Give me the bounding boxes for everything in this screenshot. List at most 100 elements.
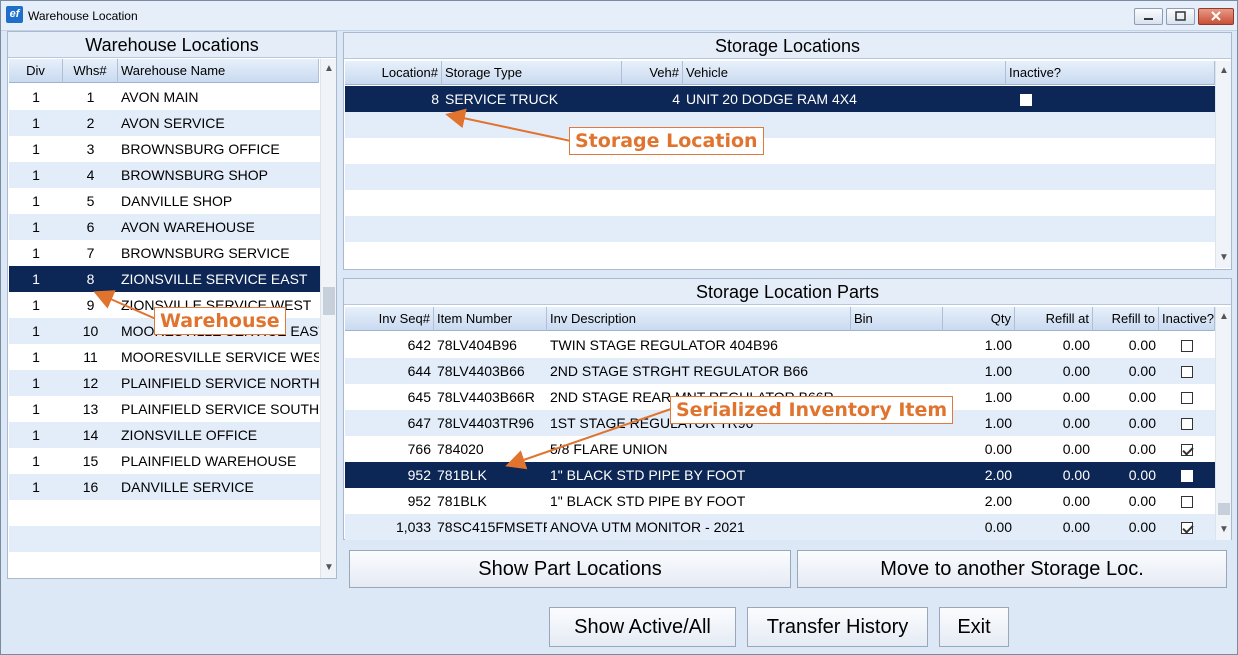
inv-seq-cell: 952 [407,467,431,483]
table-row[interactable]: 1 15 PLAINFIELD WAREHOUSE [9,448,320,474]
table-row[interactable]: 1 12 PLAINFIELD SERVICE NORTH [9,370,320,396]
title-bar[interactable]: ef Warehouse Location [1,1,1237,31]
table-row[interactable]: 1 4 BROWNSBURG SHOP [9,162,320,188]
scroll-thumb[interactable] [1218,503,1230,515]
whs-cell: 6 [86,219,95,235]
col-qty[interactable]: Qty [943,307,1015,331]
table-row[interactable] [9,526,320,552]
table-row[interactable]: 642 78LV404B96 TWIN STAGE REGULATOR 404B96… [345,332,1216,358]
table-row[interactable]: 1 7 BROWNSBURG SERVICE [9,240,320,266]
col-inactive[interactable]: Inactive? [1006,61,1215,85]
inactive-checkbox[interactable] [1181,444,1193,457]
inv-seq-cell: 647 [407,415,431,431]
col-div[interactable]: Div [9,59,63,83]
inactive-checkbox[interactable] [1181,392,1193,405]
table-row[interactable]: 1 13 PLAINFIELD SERVICE SOUTH [9,396,320,422]
scroll-up-icon[interactable]: ▲ [1216,309,1232,325]
refill-at-cell: 0.00 [1062,337,1090,353]
minimize-button[interactable] [1134,8,1163,25]
scroll-up-icon[interactable]: ▲ [321,61,337,77]
table-row[interactable]: 1 5 DANVILLE SHOP [9,188,320,214]
col-veh[interactable]: Veh# [622,61,683,85]
inactive-checkbox[interactable] [1181,366,1193,379]
table-row[interactable]: 644 78LV4403B66 2ND STAGE STRGHT REGULATOR… [345,358,1216,384]
parts-inactive-cell [1159,332,1215,358]
inactive-checkbox[interactable] [1181,522,1193,535]
col-inv-description[interactable]: Inv Description [547,307,851,331]
table-row[interactable]: 1 1 AVON MAIN [9,84,320,110]
inactive-checkbox[interactable] [1181,340,1193,353]
col-refill-at[interactable]: Refill at [1015,307,1093,331]
scroll-down-icon[interactable]: ▼ [321,560,337,576]
parts-inactive-cell [1159,436,1215,462]
inv-description-cell: 2ND STAGE STRGHT REGULATOR B66 [550,363,809,379]
table-row[interactable] [345,242,1216,268]
col-parts-inactive[interactable]: Inactive? [1159,307,1215,331]
storage-location-parts-title: Storage Location Parts [344,279,1231,305]
table-row[interactable]: 952 781BLK 1" BLACK STD PIPE BY FOOT 2.00 0… [345,462,1216,488]
item-number-cell: 781BLK [437,493,487,509]
div-cell: 1 [32,89,40,105]
table-row[interactable]: 952 781BLK 1" BLACK STD PIPE BY FOOT 2.00 0… [345,488,1216,514]
whs-cell: 10 [82,323,99,339]
transfer-history-button[interactable]: Transfer History [747,607,928,647]
table-row[interactable] [345,112,1216,138]
scroll-thumb[interactable] [323,287,335,315]
col-inv-seq[interactable]: Inv Seq# [345,307,434,331]
parts-rows: 642 78LV404B96 TWIN STAGE REGULATOR 404B96… [345,332,1216,540]
table-row[interactable]: 1 6 AVON WAREHOUSE [9,214,320,240]
inactive-checkbox[interactable] [1181,418,1193,431]
qty-cell: 1.00 [984,415,1012,431]
item-number-cell: 78LV4403TR96 [437,415,535,431]
col-warehouse-name[interactable]: Warehouse Name [118,59,319,83]
table-row[interactable]: 1 11 MOORESVILLE SERVICE WEST [9,344,320,370]
table-row[interactable] [345,190,1216,216]
vehicle-cell: UNIT 20 DODGE RAM 4X4 [686,91,857,107]
col-location[interactable]: Location# [345,61,442,85]
show-active-all-button[interactable]: Show Active/All [549,607,736,647]
scroll-down-icon[interactable]: ▼ [1216,522,1232,538]
inactive-checkbox[interactable] [1181,470,1193,483]
move-storage-location-button[interactable]: Move to another Storage Loc. [797,550,1227,588]
col-vehicle[interactable]: Vehicle [683,61,1006,85]
col-storage-type[interactable]: Storage Type [442,61,622,85]
table-row[interactable] [345,164,1216,190]
table-row[interactable]: 1 16 DANVILLE SERVICE [9,474,320,500]
inactive-checkbox[interactable] [1020,94,1032,107]
exit-button[interactable]: Exit [939,607,1009,647]
minimize-icon [1144,18,1153,20]
warehouse-name-cell: AVON WAREHOUSE [121,219,255,235]
table-row[interactable] [345,138,1216,164]
close-button[interactable] [1198,8,1234,25]
warehouse-name-cell: PLAINFIELD SERVICE NORTH [121,375,319,391]
warehouse-locations-panel: Warehouse Locations Div Whs# Warehouse N… [7,31,337,579]
table-row[interactable]: 766 784020 5/8 FLARE UNION 0.00 0.00 0.00 [345,436,1216,462]
scroll-down-icon[interactable]: ▼ [1216,250,1232,266]
col-refill-to[interactable]: Refill to [1093,307,1159,331]
table-row[interactable]: 1 2 AVON SERVICE [9,110,320,136]
maximize-button[interactable] [1166,8,1195,25]
show-part-locations-button[interactable]: Show Part Locations [349,550,791,588]
scroll-up-icon[interactable]: ▲ [1216,63,1232,79]
table-row[interactable]: 1 8 ZIONSVILLE SERVICE EAST [9,266,320,292]
storage-scrollbar[interactable]: ▲ ▼ [1215,61,1231,268]
warehouse-scrollbar[interactable]: ▲ ▼ [320,59,336,578]
table-row[interactable]: 1,033 78SC415FMSETR ANOVA UTM MONITOR - 20… [345,514,1216,540]
warehouse-locations-title: Warehouse Locations [8,32,336,58]
inactive-checkbox[interactable] [1181,496,1193,509]
refill-at-cell: 0.00 [1062,389,1090,405]
table-row[interactable]: 1 3 BROWNSBURG OFFICE [9,136,320,162]
col-bin[interactable]: Bin [851,307,943,331]
col-item-number[interactable]: Item Number [434,307,547,331]
table-row[interactable] [345,216,1216,242]
serialized-item-callout: Serialized Inventory Item [670,396,954,424]
refill-to-cell: 0.00 [1128,519,1156,535]
parts-scrollbar[interactable]: ▲ ▼ [1215,307,1231,540]
table-row[interactable]: 8 SERVICE TRUCK 4 UNIT 20 DODGE RAM 4X4 [345,86,1216,112]
table-row[interactable] [9,500,320,526]
refill-at-cell: 0.00 [1062,441,1090,457]
col-whs[interactable]: Whs# [63,59,118,83]
warehouse-table-header: Div Whs# Warehouse Name [9,59,319,83]
table-row[interactable] [9,552,320,578]
table-row[interactable]: 1 14 ZIONSVILLE OFFICE [9,422,320,448]
